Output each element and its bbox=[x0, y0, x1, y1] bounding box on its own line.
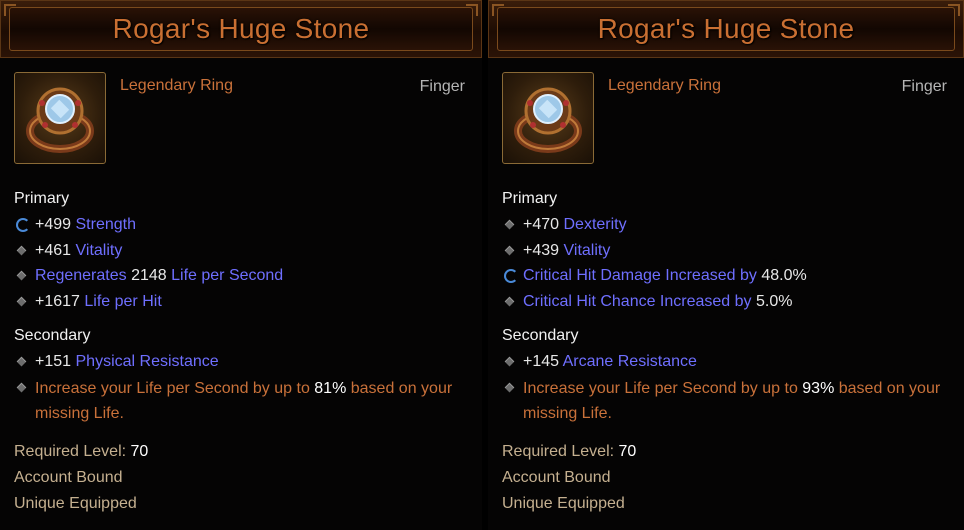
ring-icon bbox=[502, 72, 594, 164]
primary-header: Primary bbox=[502, 190, 558, 207]
diamond-icon bbox=[502, 352, 520, 372]
secondary-header: Secondary bbox=[502, 327, 579, 344]
diamond-icon bbox=[14, 352, 32, 372]
required-level: Required Level: 70 bbox=[502, 443, 637, 460]
item-tooltip-right: Rogar's Huge Stone Legendary Ring Finger… bbox=[488, 0, 964, 530]
affix-line: +439 Vitality bbox=[502, 241, 610, 261]
item-slot: Finger bbox=[419, 78, 465, 95]
diamond-icon bbox=[14, 292, 32, 312]
affix-line: +151 Physical Resistance bbox=[14, 352, 219, 372]
legendary-affix-text: Increase your Life per Second by up to 9… bbox=[523, 380, 941, 422]
item-tooltip-left: Rogar's Huge Stone Legendary Ring Finger… bbox=[0, 0, 482, 530]
affix-line: +499 Strength bbox=[14, 215, 136, 235]
diamond-icon bbox=[14, 241, 32, 261]
diamond-icon bbox=[502, 378, 520, 398]
cycle-icon bbox=[502, 266, 520, 286]
tooltip-header: Rogar's Huge Stone bbox=[0, 0, 482, 58]
affix-line: +461 Vitality bbox=[14, 241, 122, 261]
diamond-icon bbox=[14, 266, 32, 286]
item-type: Legendary Ring bbox=[608, 77, 721, 94]
item-title: Rogar's Huge Stone bbox=[112, 13, 370, 44]
legendary-affix-line bbox=[14, 378, 35, 398]
item-slot: Finger bbox=[901, 78, 947, 95]
affix-line: Critical Hit Chance Increased by 5.0% bbox=[502, 292, 792, 312]
unique-equipped: Unique Equipped bbox=[502, 495, 625, 512]
legendary-affix-text: Increase your Life per Second by up to 8… bbox=[35, 380, 453, 422]
primary-header: Primary bbox=[14, 190, 70, 207]
account-bound: Account Bound bbox=[502, 469, 611, 486]
affix-line: +470 Dexterity bbox=[502, 215, 627, 235]
cycle-icon bbox=[14, 215, 32, 235]
tooltip-header: Rogar's Huge Stone bbox=[488, 0, 964, 58]
affix-line: Regenerates 2148 Life per Second bbox=[14, 266, 283, 286]
required-level: Required Level: 70 bbox=[14, 443, 149, 460]
account-bound: Account Bound bbox=[14, 469, 123, 486]
affix-line: +1617 Life per Hit bbox=[14, 292, 162, 312]
diamond-icon bbox=[502, 292, 520, 312]
item-title: Rogar's Huge Stone bbox=[597, 13, 855, 44]
affix-line: Critical Hit Damage Increased by 48.0% bbox=[502, 266, 807, 286]
diamond-icon bbox=[14, 378, 32, 398]
item-type: Legendary Ring bbox=[120, 77, 233, 94]
legendary-affix-line bbox=[502, 378, 523, 398]
diamond-icon bbox=[502, 215, 520, 235]
ring-icon bbox=[14, 72, 106, 164]
affix-line: +145 Arcane Resistance bbox=[502, 352, 697, 372]
diamond-icon bbox=[502, 241, 520, 261]
secondary-header: Secondary bbox=[14, 327, 91, 344]
unique-equipped: Unique Equipped bbox=[14, 495, 137, 512]
